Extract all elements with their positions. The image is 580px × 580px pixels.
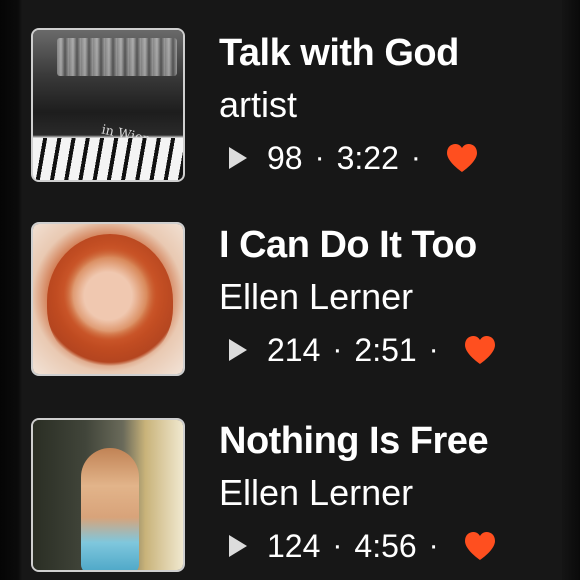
heart-icon[interactable] bbox=[463, 531, 497, 561]
piano-fretwork bbox=[57, 38, 177, 76]
piano-image: in Wien. bbox=[33, 30, 183, 180]
track-item[interactable]: in Wien. Talk with God artist 98 · 3:22 … bbox=[22, 0, 562, 190]
play-icon bbox=[229, 339, 247, 361]
track-artist[interactable]: artist bbox=[219, 80, 549, 130]
portrait-person bbox=[81, 448, 139, 570]
track-meta: 98 · 3:22 · bbox=[219, 138, 549, 178]
track-cover[interactable] bbox=[31, 222, 185, 376]
track-info: I Can Do It Too Ellen Lerner 214 · 2:51 … bbox=[219, 222, 549, 370]
track-duration: 2:51 bbox=[354, 332, 417, 368]
heart-icon[interactable] bbox=[445, 143, 479, 173]
track-cover[interactable] bbox=[31, 418, 185, 572]
track-artist[interactable]: Ellen Lerner bbox=[219, 272, 549, 322]
track-cover[interactable]: in Wien. bbox=[31, 28, 185, 182]
track-info: Nothing Is Free Ellen Lerner 124 · 4:56 … bbox=[219, 418, 549, 566]
track-title[interactable]: I Can Do It Too bbox=[219, 222, 549, 268]
separator: · bbox=[332, 333, 343, 366]
screen: in Wien. Talk with God artist 98 · 3:22 … bbox=[0, 0, 580, 580]
play-icon bbox=[229, 147, 247, 169]
portrait-image bbox=[33, 224, 183, 374]
track-title[interactable]: Nothing Is Free bbox=[219, 418, 549, 464]
track-title[interactable]: Talk with God bbox=[219, 30, 549, 76]
track-item[interactable]: I Can Do It Too Ellen Lerner 214 · 2:51 … bbox=[22, 192, 562, 382]
track-artist[interactable]: Ellen Lerner bbox=[219, 468, 549, 518]
heart-icon[interactable] bbox=[463, 335, 497, 365]
separator: · bbox=[428, 333, 439, 366]
play-count: 98 bbox=[267, 140, 303, 176]
track-list: in Wien. Talk with God artist 98 · 3:22 … bbox=[22, 0, 562, 580]
track-duration: 3:22 bbox=[336, 140, 399, 176]
portrait-hair bbox=[47, 234, 173, 368]
track-item[interactable]: Nothing Is Free Ellen Lerner 124 · 4:56 … bbox=[22, 388, 562, 578]
piano-keys bbox=[33, 138, 183, 180]
separator: · bbox=[314, 141, 325, 174]
separator: · bbox=[410, 141, 421, 174]
play-count: 124 bbox=[267, 528, 321, 564]
separator: · bbox=[332, 529, 343, 562]
track-info: Talk with God artist 98 · 3:22 · bbox=[219, 30, 549, 178]
track-meta: 124 · 4:56 · bbox=[219, 526, 549, 566]
track-meta: 214 · 2:51 · bbox=[219, 330, 549, 370]
play-icon bbox=[229, 535, 247, 557]
play-count: 214 bbox=[267, 332, 321, 368]
portrait-image bbox=[33, 420, 183, 570]
separator: · bbox=[428, 529, 439, 562]
track-duration: 4:56 bbox=[354, 528, 417, 564]
